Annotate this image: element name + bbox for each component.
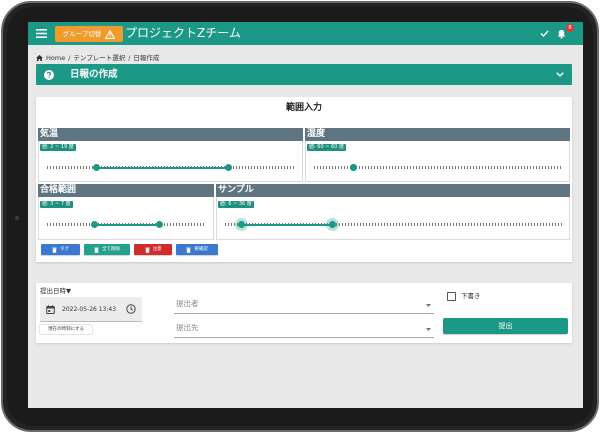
draft-checkbox[interactable] xyxy=(447,292,456,301)
range-slider[interactable] xyxy=(47,221,206,228)
breadcrumb-item-home[interactable]: Home xyxy=(46,54,65,62)
breadcrumb-item-current: 日報作成 xyxy=(133,54,160,62)
slider-range-fill xyxy=(94,223,160,226)
submitter-select[interactable]: 提出者 xyxy=(174,294,434,314)
datetime-label[interactable]: 提出日時▼ xyxy=(40,287,71,295)
trash-icon xyxy=(144,247,150,253)
range-field-temperature: 気温 値: 2 ~ 19 度 xyxy=(38,128,303,182)
field-header: 合格範囲 xyxy=(38,184,214,197)
trash-icon xyxy=(94,247,99,253)
trash-icon xyxy=(52,247,57,253)
group-switch-label: グループ切替 xyxy=(62,30,102,38)
action-label: タグ xyxy=(60,246,69,252)
check-icon[interactable] xyxy=(540,30,549,38)
breadcrumb-separator: / xyxy=(68,54,71,62)
field-header: サンプル xyxy=(216,184,570,197)
slider-range-fill xyxy=(241,223,333,226)
submit-button[interactable]: 提出 xyxy=(443,318,568,334)
value-badge: 値: 6 ~ 36 度 xyxy=(218,201,254,208)
section-bar-report[interactable]: 日報の作成 xyxy=(36,64,572,85)
slider-thumb-low[interactable] xyxy=(238,221,246,228)
slider-thumb-high[interactable] xyxy=(329,221,337,228)
submission-panel: 提出日時▼ 2022-05-26 13:43 現在の時刻にする 提出者 提出先 … xyxy=(36,283,572,343)
clock-icon[interactable] xyxy=(126,304,136,314)
group-switch-button[interactable]: グループ切替 xyxy=(55,26,123,42)
slider-thumb-high[interactable] xyxy=(350,164,358,171)
range-field-humidity: 湿度 値: 60 ~ 60 度 xyxy=(305,128,570,182)
datetime-value[interactable]: 2022-05-26 13:43 xyxy=(62,305,116,314)
menu-icon[interactable] xyxy=(36,29,47,38)
range-slider[interactable] xyxy=(47,164,295,171)
range-actions: タグ 全て削除 注意 要確認 xyxy=(41,244,218,255)
datetime-field[interactable]: 2022-05-26 13:43 xyxy=(40,297,142,322)
slider-thumb-high[interactable] xyxy=(156,221,164,228)
bell-icon[interactable] xyxy=(557,29,566,39)
range-input-card: 範囲入力 気温 値: 2 ~ 19 度 湿度 値: 60 ~ 60 度 合格範囲… xyxy=(36,97,572,262)
action-label: 注意 xyxy=(152,246,162,252)
delete-all-button[interactable]: 全て削除 xyxy=(84,244,130,255)
help-circle-icon[interactable] xyxy=(44,70,54,80)
range-slider[interactable] xyxy=(225,221,562,228)
app-title: プロジェクトZチーム xyxy=(125,26,241,40)
value-badge: 値: 60 ~ 60 度 xyxy=(307,144,346,151)
range-slider[interactable] xyxy=(314,164,562,171)
section-title: 日報の作成 xyxy=(70,69,118,80)
slider-thumb-high[interactable] xyxy=(224,164,232,171)
submitter-placeholder: 提出者 xyxy=(176,299,199,308)
dropdown-arrow-icon xyxy=(426,326,431,331)
slider-thumb-low[interactable] xyxy=(93,164,101,171)
dropdown-arrow-icon xyxy=(426,302,431,307)
app-header: グループ切替 プロジェクトZチーム 8 xyxy=(28,22,583,45)
range-grid: 気温 値: 2 ~ 19 度 湿度 値: 60 ~ 60 度 合格範囲 値: 3… xyxy=(38,128,570,240)
caution-button[interactable]: 注意 xyxy=(134,244,172,255)
draft-label[interactable]: 下書き xyxy=(461,292,481,301)
trash-icon xyxy=(186,247,191,253)
warning-icon xyxy=(105,29,116,39)
breadcrumb-separator: / xyxy=(128,54,131,62)
range-field-sample: サンプル 値: 6 ~ 36 度 xyxy=(216,184,570,240)
confirm-required-button[interactable]: 要確認 xyxy=(176,244,218,255)
breadcrumb-item-template-select[interactable]: テンプレート選択 xyxy=(73,54,125,62)
slider-thumb-low[interactable] xyxy=(91,221,99,228)
notification-badge: 8 xyxy=(566,24,574,32)
set-now-button[interactable]: 現在の時刻にする xyxy=(40,325,92,334)
action-label: 要確認 xyxy=(194,246,208,252)
breadcrumb: Home / テンプレート選択 / 日報作成 xyxy=(36,54,159,62)
field-header: 気温 xyxy=(38,128,303,141)
chevron-down-icon[interactable] xyxy=(556,72,564,77)
tag-button[interactable]: タグ xyxy=(41,244,80,255)
value-badge: 値: 3 ~ 7 度 xyxy=(40,201,73,208)
calendar-icon[interactable] xyxy=(46,305,55,314)
destination-select[interactable]: 提出先 xyxy=(174,318,434,338)
range-field-pass-range: 合格範囲 値: 3 ~ 7 度 xyxy=(38,184,214,240)
action-label: 全て削除 xyxy=(102,246,120,252)
card-title: 範囲入力 xyxy=(285,103,322,113)
field-header: 湿度 xyxy=(305,128,570,141)
value-badge: 値: 2 ~ 19 度 xyxy=(40,144,76,151)
destination-placeholder: 提出先 xyxy=(176,323,199,332)
app-screen: グループ切替 プロジェクトZチーム 8 Home / テンプレート選択 / 日報… xyxy=(28,22,583,408)
camera-dot xyxy=(15,216,19,220)
slider-range-fill xyxy=(96,166,229,169)
home-icon[interactable] xyxy=(36,55,43,61)
